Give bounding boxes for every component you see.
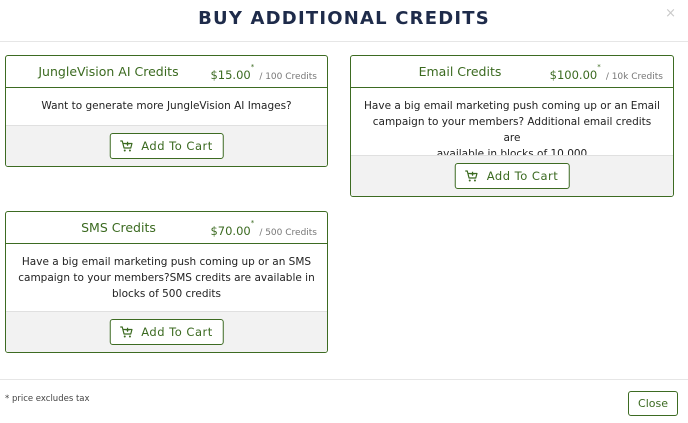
description-line: Have a big email marketing push coming u… bbox=[21, 256, 312, 268]
card-header: JungleVision AI Credits $15.00* / 100 Cr… bbox=[6, 56, 327, 88]
description-line: blocks of 500 credits bbox=[112, 288, 221, 300]
button-label: Add To Cart bbox=[141, 325, 213, 339]
price-unit: / 100 Credits bbox=[259, 72, 317, 82]
card-footer: Add To Cart bbox=[351, 155, 673, 196]
card-price: $70.00* / 500 Credits bbox=[210, 219, 317, 239]
description-line: Want to generate more JungleVision AI Im… bbox=[41, 100, 292, 112]
button-label: Add To Cart bbox=[141, 139, 213, 153]
modal-header: BUY ADDITIONAL CREDITS × bbox=[0, 0, 688, 42]
cart-plus-icon bbox=[119, 140, 133, 152]
card-price: $100.00* / 10k Credits bbox=[549, 63, 663, 83]
price-asterisk: * bbox=[250, 219, 255, 227]
credit-card-email: Email Credits $100.00* / 10k Credits Hav… bbox=[350, 55, 674, 197]
description-line: campaign to your members?SMS credits are… bbox=[18, 272, 315, 284]
footer-divider bbox=[0, 379, 688, 380]
card-header: Email Credits $100.00* / 10k Credits bbox=[351, 56, 673, 88]
cart-plus-icon bbox=[465, 170, 478, 182]
price-asterisk: * bbox=[250, 63, 255, 71]
description-line: Have a big email marketing push coming u… bbox=[364, 100, 660, 112]
cart-plus-icon bbox=[119, 326, 133, 338]
card-footer: Add To Cart bbox=[6, 125, 327, 166]
description-line: campaign to your members? Additional ema… bbox=[372, 116, 652, 144]
add-to-cart-button[interactable]: Add To Cart bbox=[454, 163, 570, 189]
card-title: JungleVision AI Credits bbox=[38, 64, 179, 79]
card-description: Want to generate more JungleVision AI Im… bbox=[6, 88, 327, 114]
card-title: SMS Credits bbox=[81, 220, 156, 235]
price-amount: $100.00 bbox=[549, 68, 598, 82]
card-description: Have a big email marketing push coming u… bbox=[351, 88, 673, 162]
card-footer: Add To Cart bbox=[6, 311, 327, 352]
price-amount: $70.00 bbox=[210, 224, 251, 238]
card-title: Email Credits bbox=[418, 64, 502, 79]
close-button[interactable]: Close bbox=[628, 391, 678, 416]
price-unit: / 500 Credits bbox=[259, 228, 317, 238]
close-icon[interactable]: × bbox=[665, 6, 676, 21]
price-amount: $15.00 bbox=[210, 68, 251, 82]
tax-footnote: * price excludes tax bbox=[5, 394, 90, 404]
card-header: SMS Credits $70.00* / 500 Credits bbox=[6, 212, 327, 244]
price-unit: / 10k Credits bbox=[605, 72, 663, 82]
card-description: Have a big email marketing push coming u… bbox=[6, 244, 327, 302]
modal-title: BUY ADDITIONAL CREDITS bbox=[198, 8, 490, 29]
credit-card-junglevision: JungleVision AI Credits $15.00* / 100 Cr… bbox=[5, 55, 328, 167]
add-to-cart-button[interactable]: Add To Cart bbox=[109, 133, 224, 159]
price-asterisk: * bbox=[597, 63, 601, 71]
credit-card-sms: SMS Credits $70.00* / 500 Credits Have a… bbox=[5, 211, 328, 353]
add-to-cart-button[interactable]: Add To Cart bbox=[109, 319, 224, 345]
card-price: $15.00* / 100 Credits bbox=[210, 63, 317, 83]
button-label: Add To Cart bbox=[486, 169, 559, 183]
